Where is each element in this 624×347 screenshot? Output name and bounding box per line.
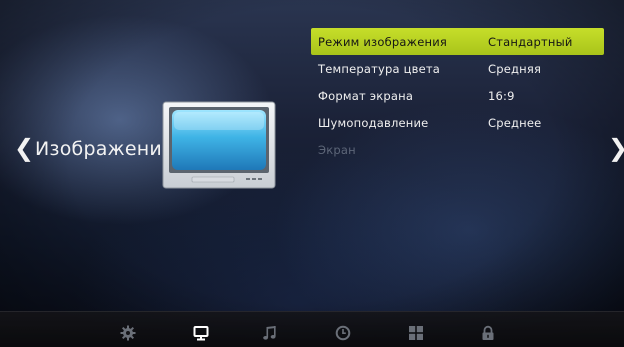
menu-item-label: Температура цвета xyxy=(318,61,441,76)
menu-item-label: Шумоподавление xyxy=(318,115,429,130)
menu-item-value: Средняя xyxy=(488,61,542,76)
menu-item-value: Стандартный xyxy=(488,34,573,49)
menu-item-value: Среднее xyxy=(488,115,542,130)
monitor-icon[interactable] xyxy=(193,325,209,341)
tv-icon xyxy=(162,101,276,189)
bottom-category-bar xyxy=(0,311,624,347)
lock-icon[interactable] xyxy=(480,325,496,341)
menu-item-label: Режим изображения xyxy=(318,34,447,49)
menu-item-aspect-ratio[interactable]: Формат экрана 16:9 xyxy=(311,82,604,109)
menu-item-label: Экран xyxy=(318,142,356,157)
menu-item-label: Формат экрана xyxy=(318,88,414,103)
category-title: Изображение xyxy=(35,138,174,160)
menu-item-noise-reduction[interactable]: Шумоподавление Среднее xyxy=(311,109,604,136)
next-category-arrow[interactable]: ❯ xyxy=(608,134,624,162)
menu-item-picture-mode[interactable]: Режим изображения Стандартный xyxy=(311,28,604,55)
menu-item-screen: Экран xyxy=(311,136,604,163)
grid-icon[interactable] xyxy=(408,325,424,341)
music-note-icon[interactable] xyxy=(262,325,278,341)
previous-category-arrow[interactable]: ❮ xyxy=(14,134,34,162)
menu-item-color-temperature[interactable]: Температура цвета Средняя xyxy=(311,55,604,82)
picture-settings-menu: Режим изображения Стандартный Температура … xyxy=(311,28,604,163)
menu-item-value: 16:9 xyxy=(488,88,515,103)
picture-settings-screen: ❮ Изображение Режим изображения Стандарт… xyxy=(0,0,624,347)
clock-icon[interactable] xyxy=(335,325,351,341)
gear-icon[interactable] xyxy=(120,325,136,341)
